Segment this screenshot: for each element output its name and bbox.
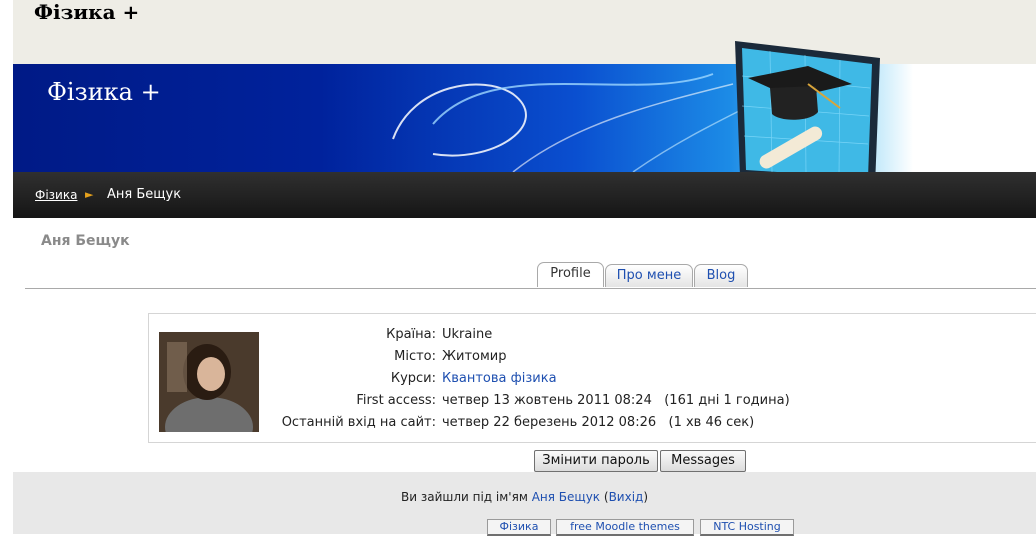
field-value-city: Житомир bbox=[442, 349, 507, 364]
user-profile-link[interactable]: Аня Бещук bbox=[532, 490, 600, 504]
footer-link-ntc-hosting[interactable]: NTC Hosting bbox=[700, 519, 794, 536]
footer-link-moodle-themes[interactable]: free Moodle themes bbox=[556, 519, 694, 536]
site-title: Фізика + bbox=[34, 0, 140, 24]
field-label-city: Місто: bbox=[394, 349, 436, 364]
avatar-photo bbox=[159, 332, 259, 432]
logout-link[interactable]: Вихід bbox=[609, 490, 644, 504]
field-label-first-access: First access: bbox=[356, 393, 436, 408]
triangle-right-icon: ► bbox=[85, 188, 94, 201]
breadcrumb-current: Аня Бещук bbox=[107, 187, 182, 202]
footer: Ви зайшли під ім'ям Аня Бещук (Вихід) Фі… bbox=[13, 472, 1036, 536]
breadcrumb-home-link[interactable]: Фізика bbox=[35, 188, 77, 202]
avatar bbox=[159, 332, 259, 432]
banner-site-title: Фізика + bbox=[47, 78, 161, 106]
tab-blog[interactable]: Blog bbox=[694, 264, 748, 287]
messages-button[interactable]: Messages bbox=[660, 450, 746, 472]
tab-profile[interactable]: Profile bbox=[537, 262, 604, 287]
login-info-paren-open: ( bbox=[600, 490, 609, 504]
page-left-margin bbox=[0, 0, 13, 558]
field-label-courses: Курси: bbox=[390, 371, 436, 386]
login-info-paren-close: ) bbox=[643, 490, 649, 504]
page-title: Аня Бещук bbox=[41, 233, 130, 249]
field-value-courses-link[interactable]: Квантова фізика bbox=[442, 371, 557, 386]
tab-about-me[interactable]: Про мене bbox=[605, 264, 693, 287]
field-value-first-access: четвер 13 жовтень 2011 08:24 (161 дні 1 … bbox=[442, 393, 790, 408]
profile-details-box: Країна: Ukraine Місто: Житомир Курси: Кв… bbox=[148, 313, 1036, 443]
tabs-divider bbox=[25, 288, 1036, 289]
login-info: Ви зайшли під ім'ям Аня Бещук (Вихід) bbox=[13, 490, 1036, 504]
login-info-prefix: Ви зайшли під ім'ям bbox=[400, 490, 532, 504]
field-value-last-access: четвер 22 березень 2012 08:26 (1 хв 46 с… bbox=[442, 415, 755, 430]
navigation-bar: Фізика ► Аня Бещук bbox=[13, 172, 1036, 218]
field-label-last-access: Останній вхід на сайт: bbox=[281, 415, 436, 430]
footer-link-physics[interactable]: Фізика bbox=[487, 519, 551, 536]
field-value-country: Ukraine bbox=[442, 327, 493, 342]
field-label-country: Країна: bbox=[386, 327, 436, 342]
change-password-button[interactable]: Змінити пароль bbox=[534, 450, 658, 472]
